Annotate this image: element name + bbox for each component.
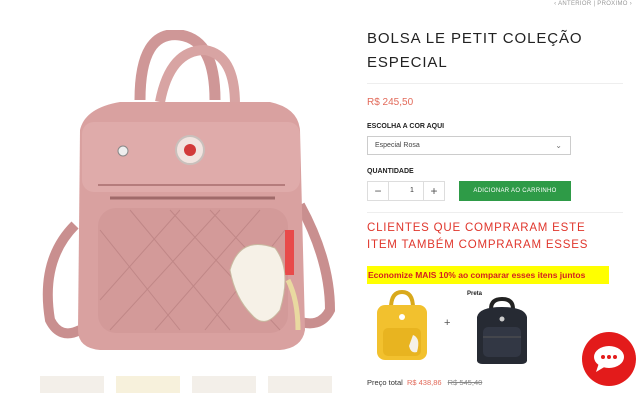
divider bbox=[367, 212, 623, 213]
product-price: R$ 245,50 bbox=[367, 97, 414, 108]
divider bbox=[367, 83, 623, 84]
color-label: ESCOLHA A COR AQUI bbox=[367, 123, 445, 130]
plus-sign: + bbox=[444, 317, 451, 329]
bundle-total: Preço total R$ 438,86 R$ 545,40 bbox=[367, 378, 482, 387]
thumbnail-strip bbox=[40, 376, 340, 393]
chevron-down-icon: ⌄ bbox=[555, 141, 562, 150]
yellow-backpack-image bbox=[377, 289, 427, 360]
thumbnail[interactable] bbox=[40, 376, 104, 393]
related-heading: CLIENTES QUE COMPRARAM ESTE ITEM TAMBÉM … bbox=[367, 222, 589, 251]
black-backpack-image bbox=[477, 296, 527, 364]
add-to-cart-button[interactable]: ADICIONAR AO CARRINHO bbox=[459, 181, 571, 201]
quantity-label: QUANTIDADE bbox=[367, 168, 414, 175]
next-link[interactable]: PRÓXIMO bbox=[597, 1, 627, 7]
pink-backpack-image bbox=[42, 29, 336, 350]
related-product-yellow-bag[interactable] bbox=[369, 289, 435, 362]
thumbnail[interactable] bbox=[268, 376, 332, 393]
color-select-value: Especial Rosa bbox=[375, 142, 420, 149]
product-gallery bbox=[0, 0, 350, 393]
quantity-decrease-button[interactable]: − bbox=[367, 181, 389, 201]
product-pagination: ‹ ANTERIOR | PRÓXIMO › bbox=[554, 1, 632, 7]
color-select[interactable]: Especial Rosa ⌄ bbox=[367, 136, 571, 155]
related-product-black-bag[interactable] bbox=[471, 296, 533, 365]
promo-banner: Economize MAIS 10% ao comparar esses ite… bbox=[367, 266, 609, 284]
thumbnail[interactable] bbox=[192, 376, 256, 393]
thumbnail[interactable] bbox=[116, 376, 180, 393]
chevron-right-icon: › bbox=[629, 1, 632, 7]
chat-icon bbox=[594, 346, 624, 372]
product-title: BOLSA LE PETIT COLEÇÃO ESPECIAL bbox=[367, 30, 583, 71]
quantity-increase-button[interactable]: + bbox=[423, 181, 445, 201]
nav-separator: | bbox=[593, 1, 596, 7]
total-price: R$ 438,86 bbox=[406, 378, 442, 387]
chevron-left-icon: ‹ bbox=[554, 1, 557, 7]
product-main-image[interactable] bbox=[30, 29, 350, 360]
previous-link[interactable]: ANTERIOR bbox=[558, 1, 591, 7]
total-label: Preço total bbox=[367, 378, 403, 387]
total-old-price: R$ 545,40 bbox=[447, 378, 483, 387]
chat-button[interactable] bbox=[582, 332, 636, 386]
